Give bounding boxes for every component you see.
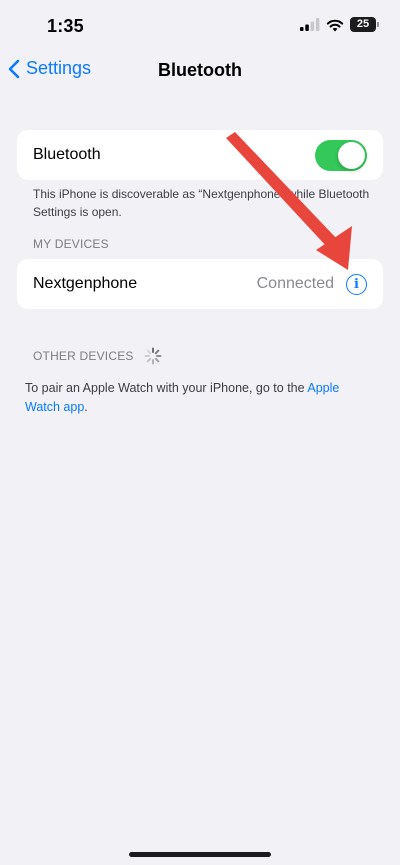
device-row-right: Connected i (256, 273, 367, 295)
bluetooth-label: Bluetooth (33, 146, 101, 163)
status-time: 1:35 (47, 16, 84, 36)
my-devices-header: MY DEVICES (33, 237, 109, 251)
discoverable-note: This iPhone is discoverable as “Nextgenp… (33, 187, 370, 219)
other-devices-label: OTHER DEVICES (33, 349, 134, 363)
cellular-signal-icon (300, 18, 320, 31)
bluetooth-row: Bluetooth (17, 130, 383, 180)
wifi-icon (326, 19, 344, 31)
loading-spinner-icon (144, 347, 162, 365)
apple-watch-pair-note: To pair an Apple Watch with your iPhone,… (25, 379, 375, 417)
pair-note-text: To pair an Apple Watch with your iPhone,… (25, 381, 308, 395)
page-title: Bluetooth (158, 60, 242, 80)
device-name: Nextgenphone (33, 275, 138, 292)
pair-note-end: . (84, 400, 88, 414)
home-indicator (129, 852, 271, 857)
status-icons: 25 (300, 17, 379, 32)
device-row[interactable]: Nextgenphone Connected i (17, 259, 383, 309)
navigation-bar: Settings Bluetooth (0, 50, 400, 94)
info-icon[interactable]: i (346, 273, 367, 295)
bluetooth-toggle[interactable] (315, 139, 367, 171)
bluetooth-toggle-group: Bluetooth (17, 130, 383, 180)
status-bar: 1:35 25 (0, 0, 400, 50)
my-devices-group: Nextgenphone Connected i (17, 259, 383, 309)
battery-icon: 25 (350, 17, 379, 32)
toggle-knob (338, 141, 365, 169)
other-devices-header: OTHER DEVICES (33, 347, 162, 365)
device-status: Connected (256, 275, 334, 292)
